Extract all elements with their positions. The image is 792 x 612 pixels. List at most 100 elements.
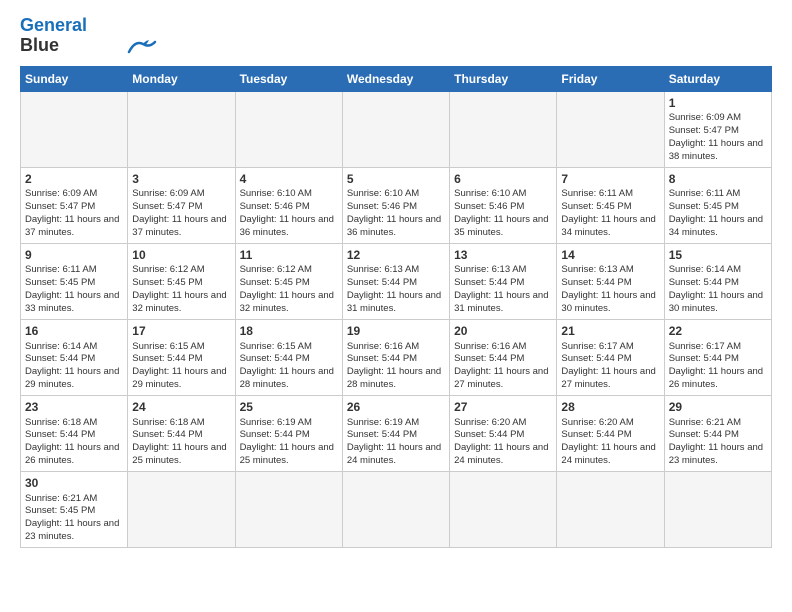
calendar-cell: 1Sunrise: 6:09 AMSunset: 5:47 PMDaylight… [664, 91, 771, 167]
day-number: 10 [132, 247, 230, 264]
day-info: Sunrise: 6:11 AMSunset: 5:45 PMDaylight:… [561, 188, 659, 239]
calendar-cell: 2Sunrise: 6:09 AMSunset: 5:47 PMDaylight… [21, 167, 128, 243]
day-info: Sunrise: 6:09 AMSunset: 5:47 PMDaylight:… [132, 188, 230, 239]
day-info: Sunrise: 6:18 AMSunset: 5:44 PMDaylight:… [132, 417, 230, 468]
calendar-cell [128, 91, 235, 167]
calendar-cell: 8Sunrise: 6:11 AMSunset: 5:45 PMDaylight… [664, 167, 771, 243]
calendar-header-row: SundayMondayTuesdayWednesdayThursdayFrid… [21, 66, 772, 91]
day-info: Sunrise: 6:20 AMSunset: 5:44 PMDaylight:… [454, 417, 552, 468]
day-info: Sunrise: 6:15 AMSunset: 5:44 PMDaylight:… [240, 341, 338, 392]
day-header-tuesday: Tuesday [235, 66, 342, 91]
day-number: 23 [25, 399, 123, 416]
calendar-week-row: 30Sunrise: 6:21 AMSunset: 5:45 PMDayligh… [21, 471, 772, 547]
day-info: Sunrise: 6:21 AMSunset: 5:44 PMDaylight:… [669, 417, 767, 468]
calendar-cell [557, 471, 664, 547]
calendar-cell: 16Sunrise: 6:14 AMSunset: 5:44 PMDayligh… [21, 319, 128, 395]
calendar-cell [450, 91, 557, 167]
calendar-cell: 14Sunrise: 6:13 AMSunset: 5:44 PMDayligh… [557, 243, 664, 319]
day-info: Sunrise: 6:19 AMSunset: 5:44 PMDaylight:… [240, 417, 338, 468]
day-header-sunday: Sunday [21, 66, 128, 91]
day-number: 6 [454, 171, 552, 188]
calendar-cell: 9Sunrise: 6:11 AMSunset: 5:45 PMDaylight… [21, 243, 128, 319]
calendar-cell: 13Sunrise: 6:13 AMSunset: 5:44 PMDayligh… [450, 243, 557, 319]
calendar-week-row: 9Sunrise: 6:11 AMSunset: 5:45 PMDaylight… [21, 243, 772, 319]
day-info: Sunrise: 6:09 AMSunset: 5:47 PMDaylight:… [669, 112, 767, 163]
calendar-cell: 19Sunrise: 6:16 AMSunset: 5:44 PMDayligh… [342, 319, 449, 395]
calendar-cell: 12Sunrise: 6:13 AMSunset: 5:44 PMDayligh… [342, 243, 449, 319]
day-info: Sunrise: 6:14 AMSunset: 5:44 PMDaylight:… [669, 264, 767, 315]
day-number: 18 [240, 323, 338, 340]
day-info: Sunrise: 6:20 AMSunset: 5:44 PMDaylight:… [561, 417, 659, 468]
calendar-cell [235, 471, 342, 547]
calendar-week-row: 23Sunrise: 6:18 AMSunset: 5:44 PMDayligh… [21, 395, 772, 471]
calendar-cell [235, 91, 342, 167]
calendar-cell [21, 91, 128, 167]
day-number: 19 [347, 323, 445, 340]
day-number: 21 [561, 323, 659, 340]
day-number: 20 [454, 323, 552, 340]
day-info: Sunrise: 6:15 AMSunset: 5:44 PMDaylight:… [132, 341, 230, 392]
calendar-week-row: 1Sunrise: 6:09 AMSunset: 5:47 PMDaylight… [21, 91, 772, 167]
day-number: 15 [669, 247, 767, 264]
day-number: 27 [454, 399, 552, 416]
day-info: Sunrise: 6:17 AMSunset: 5:44 PMDaylight:… [561, 341, 659, 392]
day-number: 29 [669, 399, 767, 416]
calendar-week-row: 2 Sunrise: 6:09 AMSunset: 5:47 PMDaylight… [21, 167, 772, 243]
day-number: 16 [25, 323, 123, 340]
calendar-cell: 21Sunrise: 6:17 AMSunset: 5:44 PMDayligh… [557, 319, 664, 395]
calendar-table: SundayMondayTuesdayWednesdayThursdayFrid… [20, 66, 772, 548]
day-number: 5 [347, 171, 445, 188]
calendar-cell [664, 471, 771, 547]
day-number: 22 [669, 323, 767, 340]
calendar-cell: 5Sunrise: 6:10 AMSunset: 5:46 PMDaylight… [342, 167, 449, 243]
calendar-cell [342, 91, 449, 167]
day-header-thursday: Thursday [450, 66, 557, 91]
day-info: Sunrise: 6:13 AMSunset: 5:44 PMDaylight:… [454, 264, 552, 315]
day-number: 24 [132, 399, 230, 416]
day-number: 25 [240, 399, 338, 416]
calendar-cell: 25Sunrise: 6:19 AMSunset: 5:44 PMDayligh… [235, 395, 342, 471]
logo-bird-icon [127, 38, 157, 56]
calendar-cell [342, 471, 449, 547]
calendar-cell: 27Sunrise: 6:20 AMSunset: 5:44 PMDayligh… [450, 395, 557, 471]
day-number: 30 [25, 475, 123, 492]
day-number: 9 [25, 247, 123, 264]
day-number: 2 [25, 171, 123, 188]
day-number: 14 [561, 247, 659, 264]
calendar-cell: 15Sunrise: 6:14 AMSunset: 5:44 PMDayligh… [664, 243, 771, 319]
day-info: Sunrise: 6:13 AMSunset: 5:44 PMDaylight:… [561, 264, 659, 315]
day-number: 17 [132, 323, 230, 340]
logo: GeneralBlue [20, 16, 157, 56]
day-number: 12 [347, 247, 445, 264]
day-info: Sunrise: 6:14 AMSunset: 5:44 PMDaylight:… [25, 341, 123, 392]
day-number: 1 [669, 95, 767, 112]
day-number: 4 [240, 171, 338, 188]
day-info: Sunrise: 6:12 AMSunset: 5:45 PMDaylight:… [240, 264, 338, 315]
day-info: Sunrise: 6:13 AMSunset: 5:44 PMDaylight:… [347, 264, 445, 315]
day-header-friday: Friday [557, 66, 664, 91]
day-number: 7 [561, 171, 659, 188]
logo-text: GeneralBlue [20, 16, 87, 56]
calendar-cell: 3Sunrise: 6:09 AMSunset: 5:47 PMDaylight… [128, 167, 235, 243]
day-header-saturday: Saturday [664, 66, 771, 91]
calendar-cell: 29Sunrise: 6:21 AMSunset: 5:44 PMDayligh… [664, 395, 771, 471]
calendar-cell: 6Sunrise: 6:10 AMSunset: 5:46 PMDaylight… [450, 167, 557, 243]
calendar-cell: 11Sunrise: 6:12 AMSunset: 5:45 PMDayligh… [235, 243, 342, 319]
page-header: GeneralBlue [20, 16, 772, 56]
day-number: 11 [240, 247, 338, 264]
day-info: Sunrise: 6:10 AMSunset: 5:46 PMDaylight:… [454, 188, 552, 239]
day-info: Sunrise: 6:17 AMSunset: 5:44 PMDaylight:… [669, 341, 767, 392]
calendar-cell: 24Sunrise: 6:18 AMSunset: 5:44 PMDayligh… [128, 395, 235, 471]
calendar-cell: 30Sunrise: 6:21 AMSunset: 5:45 PMDayligh… [21, 471, 128, 547]
day-header-monday: Monday [128, 66, 235, 91]
day-header-wednesday: Wednesday [342, 66, 449, 91]
calendar-cell: 28Sunrise: 6:20 AMSunset: 5:44 PMDayligh… [557, 395, 664, 471]
calendar-cell [128, 471, 235, 547]
day-number: 8 [669, 171, 767, 188]
calendar-cell: 4Sunrise: 6:10 AMSunset: 5:46 PMDaylight… [235, 167, 342, 243]
day-info: Sunrise: 6:18 AMSunset: 5:44 PMDaylight:… [25, 417, 123, 468]
day-info: Sunrise: 6:21 AMSunset: 5:45 PMDaylight:… [25, 493, 123, 544]
calendar-cell: 18Sunrise: 6:15 AMSunset: 5:44 PMDayligh… [235, 319, 342, 395]
day-number: 28 [561, 399, 659, 416]
calendar-cell: 22Sunrise: 6:17 AMSunset: 5:44 PMDayligh… [664, 319, 771, 395]
